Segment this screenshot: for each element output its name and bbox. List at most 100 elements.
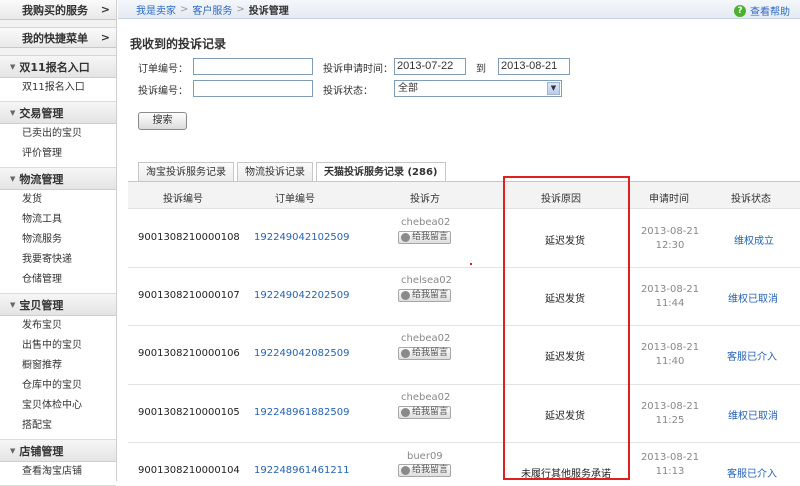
tab-taobao-complaints[interactable]: 淘宝投诉服务记录 [138, 162, 234, 182]
complaint-id: 9001308210000108 [138, 232, 240, 243]
table-row: 9001308210000105 192248961882509 chebea0… [128, 385, 800, 443]
tab-logistics-complaints[interactable]: 物流投诉记录 [237, 162, 313, 182]
page-title: 我收到的投诉记录 [130, 37, 227, 51]
breadcrumb-current: 投诉管理 [248, 5, 289, 17]
sidebar-item-send-express[interactable]: 我要寄快递 [0, 250, 116, 270]
apply-clock: 11:25 [655, 415, 685, 426]
sidebar-group-header[interactable]: ▼ 宝贝管理 [0, 294, 116, 316]
breadcrumb-separator: > [236, 3, 245, 15]
sidebar-item-double11-entry[interactable]: 双11报名入口 [0, 78, 116, 98]
order-link[interactable]: 192249042102509 [254, 232, 349, 243]
date-from-input[interactable]: 2013-07-22 [394, 58, 466, 75]
breadcrumb-link-customer-service[interactable]: 客户服务 [192, 2, 232, 17]
table-row: 9001308210000107 192249042202509 chelsea… [128, 268, 800, 326]
complainant-name: chebea02 [401, 217, 451, 228]
complainant-name: chebea02 [401, 392, 451, 403]
table-row: 9001308210000108 192249042102509 chebea0… [128, 210, 800, 268]
order-link[interactable]: 192248961882509 [254, 407, 349, 418]
sidebar-group-title: 双11报名入口 [19, 60, 90, 74]
status-select-value: 全部 [398, 83, 418, 94]
status-select[interactable]: 全部 ▼ [394, 80, 562, 97]
apply-clock: 12:30 [655, 240, 685, 251]
sidebar-item-showcase[interactable]: 橱窗推荐 [0, 356, 116, 376]
sidebar-group-header[interactable]: ▼ 物流管理 [0, 168, 116, 190]
sidebar-item-on-sale[interactable]: 出售中的宝贝 [0, 336, 116, 356]
table-header: 投诉编号 订单编号 投诉方 投诉原因 申请时间 投诉状态 [128, 182, 800, 209]
triangle-down-icon: ▼ [10, 108, 16, 117]
column-header-order-id: 订单编号 [275, 194, 315, 205]
sidebar-group-header[interactable]: ▼ 交易管理 [0, 102, 116, 124]
date-to-input[interactable]: 2013-08-21 [498, 58, 570, 75]
sidebar-group-header[interactable]: ▼ 双11报名入口 [0, 56, 116, 78]
order-link[interactable]: 192249042202509 [254, 290, 349, 301]
sidebar-group-header[interactable]: ▼ 店铺管理 [0, 440, 116, 462]
triangle-down-icon: ▼ [10, 446, 16, 455]
sidebar-purchased-services[interactable]: 我购买的服务 > [0, 0, 116, 20]
message-icon [401, 466, 410, 475]
sidebar-divider [0, 20, 116, 28]
red-dot-mark [470, 263, 472, 265]
order-link[interactable]: 192248961461211 [254, 465, 349, 476]
chevron-right-icon: > [100, 3, 110, 16]
sidebar-item-sold-items[interactable]: 已卖出的宝贝 [0, 124, 116, 144]
sidebar-item-in-warehouse[interactable]: 仓库中的宝贝 [0, 376, 116, 396]
column-header-apply-time: 申请时间 [649, 194, 689, 205]
help-label: 查看帮助 [750, 7, 790, 18]
column-header-complaint-id: 投诉编号 [163, 194, 203, 205]
apply-date: 2013-08-21 [640, 342, 700, 353]
chevron-right-icon: > [100, 31, 110, 44]
chevron-down-icon: ▼ [547, 82, 560, 95]
sidebar-item-logistics-tools[interactable]: 物流工具 [0, 210, 116, 230]
apply-time: 2013-08-21 11:13 [640, 451, 700, 479]
leave-message-button[interactable]: 给我留言 [398, 406, 451, 419]
sidebar-item-ship[interactable]: 发货 [0, 190, 116, 210]
breadcrumb-link-seller[interactable]: 我是卖家 [136, 2, 176, 17]
leave-message-button[interactable]: 给我留言 [398, 289, 451, 302]
leave-message-label: 给我留言 [412, 290, 449, 300]
apply-date: 2013-08-21 [640, 284, 700, 295]
sidebar-divider [0, 48, 116, 56]
apply-time: 2013-08-21 11:40 [640, 341, 700, 369]
status-label: 投诉状态： [323, 86, 373, 97]
complaint-status-link[interactable]: 客服已介入 [727, 465, 777, 480]
complaint-status-link[interactable]: 维权已取消 [728, 290, 778, 305]
sidebar-item-publish[interactable]: 发布宝贝 [0, 316, 116, 336]
message-icon [401, 408, 410, 417]
apply-time: 2013-08-21 11:44 [640, 283, 700, 311]
sidebar-item-bundle[interactable]: 搭配宝 [0, 416, 116, 436]
column-header-complainant: 投诉方 [410, 194, 440, 205]
help-icon: ? [734, 4, 746, 17]
triangle-down-icon: ▼ [10, 62, 16, 71]
complaint-id: 9001308210000104 [138, 465, 240, 476]
sidebar-item-view-shop[interactable]: 查看淘宝店铺 [0, 462, 116, 482]
breadcrumb: 我是卖家 > 客户服务 > 投诉管理 ? 查看帮助 [118, 0, 800, 19]
complainant-name: buer09 [407, 451, 443, 462]
sidebar-item-warehouse[interactable]: 仓储管理 [0, 270, 116, 290]
complaint-status-link[interactable]: 客服已介入 [727, 348, 777, 363]
leave-message-button[interactable]: 给我留言 [398, 347, 451, 360]
order-number-input[interactable] [193, 58, 313, 75]
leave-message-button[interactable]: 给我留言 [398, 464, 451, 477]
leave-message-label: 给我留言 [412, 465, 449, 475]
sidebar-item-reviews[interactable]: 评价管理 [0, 144, 116, 164]
apply-time: 2013-08-21 11:25 [640, 400, 700, 428]
apply-time: 2013-08-21 12:30 [640, 225, 700, 253]
leave-message-label: 给我留言 [412, 407, 449, 417]
complaint-status-link[interactable]: 维权已取消 [728, 407, 778, 422]
complainant-name: chebea02 [401, 333, 451, 344]
sidebar-item-logistics-service[interactable]: 物流服务 [0, 230, 116, 250]
complaint-number-input[interactable] [193, 80, 313, 97]
complaint-status-link[interactable]: 维权成立 [734, 232, 774, 247]
leave-message-label: 给我留言 [412, 348, 449, 358]
table-row: 9001308210000104 192248961461211 buer09 … [128, 443, 800, 483]
leave-message-button[interactable]: 给我留言 [398, 231, 451, 244]
search-button[interactable]: 搜索 [138, 112, 187, 130]
reason-column-highlight [503, 176, 630, 480]
help-link[interactable]: ? 查看帮助 [734, 3, 790, 18]
tab-tmall-complaints[interactable]: 天猫投诉服务记录 (286) [316, 162, 446, 183]
order-link[interactable]: 192249042082509 [254, 348, 349, 359]
sidebar-purchased-services-label: 我购买的服务 [22, 3, 88, 17]
sidebar-quick-menu[interactable]: 我的快捷菜单 > [0, 28, 116, 48]
complaint-id: 9001308210000105 [138, 407, 240, 418]
sidebar-item-checkup[interactable]: 宝贝体检中心 [0, 396, 116, 416]
